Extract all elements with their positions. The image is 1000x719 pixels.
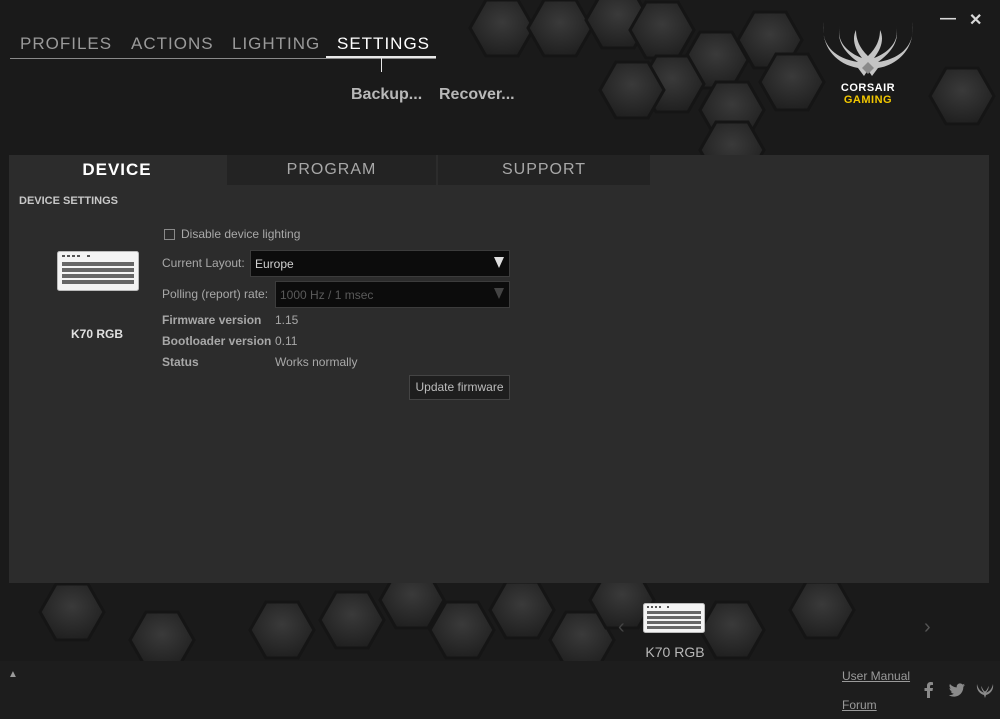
status-label: Status <box>162 355 199 369</box>
active-tab-stem <box>381 58 382 72</box>
polling-label: Polling (report) rate: <box>162 287 269 301</box>
twitter-icon[interactable] <box>948 681 966 699</box>
corsair-gaming-logo: CORSAIR GAMING <box>818 18 918 108</box>
bootloader-value: 0.11 <box>275 334 298 348</box>
bootloader-label: Bootloader version <box>162 334 272 348</box>
disable-lighting-label: Disable device lighting <box>181 227 301 241</box>
settings-panel: DEVICE PROGRAM SUPPORT DEVICE SETTINGS K… <box>9 155 989 583</box>
tab-settings[interactable]: SETTINGS <box>337 34 430 54</box>
tab-lighting[interactable]: LIGHTING <box>232 34 320 54</box>
carousel-keyboard-icon[interactable] <box>643 603 705 633</box>
tab-actions[interactable]: ACTIONS <box>131 34 214 54</box>
top-navigation: PROFILES ACTIONS LIGHTING SETTINGS <box>10 30 436 59</box>
device-name: K70 RGB <box>70 327 123 341</box>
tab-device[interactable]: DEVICE <box>9 155 225 185</box>
tab-profiles[interactable]: PROFILES <box>20 34 112 54</box>
disable-lighting-checkbox[interactable] <box>164 229 175 240</box>
layout-label: Current Layout: <box>162 256 245 270</box>
user-manual-link[interactable]: User Manual <box>842 669 910 683</box>
keyboard-icon[interactable] <box>57 251 139 291</box>
polling-value: 1000 Hz / 1 msec <box>280 288 374 302</box>
minimize-icon[interactable]: — <box>940 10 956 28</box>
expand-up-icon[interactable]: ▲ <box>8 669 18 680</box>
panel-tabs: DEVICE PROGRAM SUPPORT <box>9 155 989 185</box>
forum-link[interactable]: Forum <box>842 698 877 712</box>
tab-program[interactable]: PROGRAM <box>227 155 436 185</box>
update-firmware-button[interactable]: Update firmware <box>409 375 510 400</box>
carousel-device-label[interactable]: K70 RGB <box>630 644 720 660</box>
firmware-label: Firmware version <box>162 313 262 327</box>
logo-gaming-text: GAMING <box>843 94 893 106</box>
tab-support[interactable]: SUPPORT <box>438 155 650 185</box>
carousel-right-arrow[interactable]: › <box>924 616 931 639</box>
corsair-icon[interactable] <box>976 681 994 699</box>
carousel-left-arrow[interactable]: ‹ <box>618 616 625 639</box>
layout-value: Europe <box>255 257 294 271</box>
corsair-sails-icon <box>823 22 913 76</box>
footer: ▲ User Manual Forum <box>0 661 1000 719</box>
chevron-down-icon <box>494 288 504 299</box>
recover-button[interactable]: Recover... <box>439 86 515 104</box>
polling-select[interactable]: 1000 Hz / 1 msec <box>275 281 510 308</box>
backup-button[interactable]: Backup... <box>351 86 422 104</box>
facebook-icon[interactable] <box>920 681 938 699</box>
layout-select[interactable]: Europe <box>250 250 510 277</box>
firmware-value: 1.15 <box>275 313 299 327</box>
chevron-down-icon <box>494 257 504 268</box>
status-value: Works normally <box>275 355 358 369</box>
close-icon[interactable]: ✕ <box>969 10 982 30</box>
section-title: DEVICE SETTINGS <box>19 195 119 207</box>
logo-corsair-text: CORSAIR <box>840 82 896 94</box>
